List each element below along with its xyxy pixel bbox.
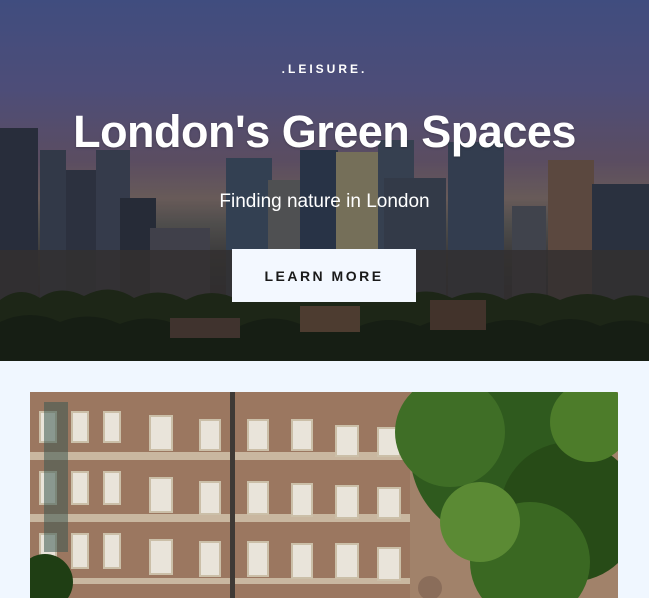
section-kicker: .LEISURE. — [281, 62, 368, 76]
hero-title: London's Green Spaces — [73, 106, 576, 157]
hero-overlay — [0, 0, 649, 361]
hero-section: .LEISURE. London's Green Spaces Finding … — [0, 0, 649, 361]
learn-more-button[interactable]: LEARN MORE — [232, 249, 416, 302]
hero-subtitle: Finding nature in London — [219, 191, 430, 212]
feature-photo — [30, 392, 618, 598]
feature-photo-image — [30, 392, 618, 598]
